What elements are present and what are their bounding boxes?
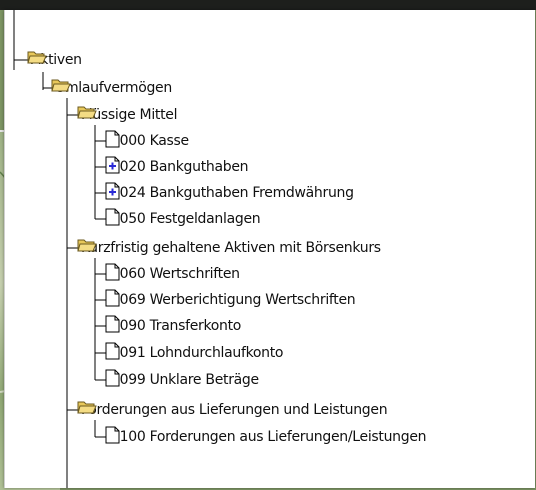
tree-node-label: 1050 Festgeldanlagen [111, 211, 261, 227]
tree-node-1069[interactable]: 1069 Werberichtigung Wertschriften [105, 289, 356, 311]
account-tree-panel: Aktiven Umlaufvermögen Flüssige Mittel 1… [4, 10, 535, 488]
tree-node-label: 1091 Lohndurchlaufkonto [111, 345, 284, 361]
tree-node-aktiven[interactable]: Aktiven [27, 49, 82, 71]
tree-node-1060[interactable]: 1060 Wertschriften [105, 263, 240, 285]
tree-node-1020[interactable]: 1020 Bankguthaben [105, 156, 249, 178]
tree-node-label: 1024 Bankguthaben Fremdwährung [111, 185, 354, 201]
tree-node-label: 1020 Bankguthaben [111, 159, 249, 175]
account-tree: Aktiven Umlaufvermögen Flüssige Mittel 1… [5, 10, 535, 488]
tree-node-label: Kurzfristig gehaltene Aktiven mit Börsen… [81, 240, 381, 256]
tree-node-1090[interactable]: 1090 Transferkonto [105, 315, 241, 337]
tree-node-1050[interactable]: 1050 Festgeldanlagen [105, 208, 261, 230]
tree-node-kurzfristig[interactable]: Kurzfristig gehaltene Aktiven mit Börsen… [77, 237, 381, 259]
tree-node-label: 1090 Transferkonto [111, 318, 242, 334]
tree-node-fluessige-mittel[interactable]: Flüssige Mittel [77, 104, 178, 126]
tree-node-label: 1000 Kasse [111, 133, 189, 149]
tree-node-forderungen[interactable]: Forderungen aus Lieferungen und Leistung… [77, 399, 388, 421]
tree-node-label: Umlaufvermögen [55, 80, 172, 96]
tree-node-1024[interactable]: 1024 Bankguthaben Fremdwährung [105, 182, 354, 204]
tree-node-label: 1099 Unklare Beträge [111, 372, 259, 388]
tree-node-label: Forderungen aus Lieferungen und Leistung… [81, 402, 388, 418]
tree-node-1000[interactable]: 1000 Kasse [105, 130, 189, 152]
tree-node-1091[interactable]: 1091 Lohndurchlaufkonto [105, 342, 284, 364]
tree-node-label: 1060 Wertschriften [111, 266, 240, 282]
tree-node-1099[interactable]: 1099 Unklare Beträge [105, 369, 259, 391]
tree-node-label: 1100 Forderungen aus Lieferungen/Leistun… [111, 429, 427, 445]
tree-node-label: 1069 Werberichtigung Wertschriften [111, 292, 356, 308]
window-top-edge [0, 0, 536, 10]
tree-node-1100[interactable]: 1100 Forderungen aus Lieferungen/Leistun… [105, 426, 427, 448]
tree-node-umlaufvermoegen[interactable]: Umlaufvermögen [51, 77, 172, 99]
